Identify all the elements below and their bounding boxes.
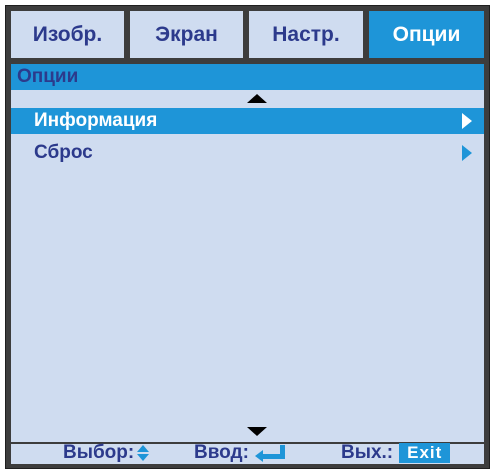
scroll-up-arrow-icon[interactable]: [247, 94, 267, 103]
submenu-arrow-icon: [462, 113, 472, 129]
submenu-arrow-icon: [462, 145, 472, 161]
footer-exit-label: Вых.:: [341, 442, 394, 463]
section-title: Опции: [11, 64, 484, 90]
footer-help-bar: Выбор: Ввод: Вых.: Exit: [11, 442, 484, 464]
footer-select-hint: Выбор:: [63, 442, 150, 464]
footer-enter-label: Ввод:: [194, 442, 249, 463]
scroll-down-arrow-icon[interactable]: [247, 427, 267, 436]
menu-item-information[interactable]: Информация: [11, 108, 484, 134]
menu-item-label: Информация: [34, 110, 158, 131]
menu-item-label: Сброс: [34, 142, 93, 163]
footer-enter-hint: Ввод:: [194, 442, 285, 464]
tab-image[interactable]: Изобр.: [11, 11, 124, 58]
up-down-arrows-icon: [137, 444, 150, 462]
footer-select-label: Выбор:: [63, 442, 135, 463]
exit-key-badge: Exit: [399, 443, 451, 463]
tab-options[interactable]: Опции: [369, 11, 484, 58]
tab-screen[interactable]: Экран: [130, 11, 243, 58]
menu-item-reset[interactable]: Сброс: [11, 140, 484, 166]
footer-exit-hint: Вых.: Exit: [341, 442, 451, 464]
enter-key-icon: [254, 445, 285, 462]
tab-settings[interactable]: Настр.: [249, 11, 363, 58]
menu-panel: Опции Информация Сброс Выбор: Ввод: Вых.…: [11, 64, 484, 464]
